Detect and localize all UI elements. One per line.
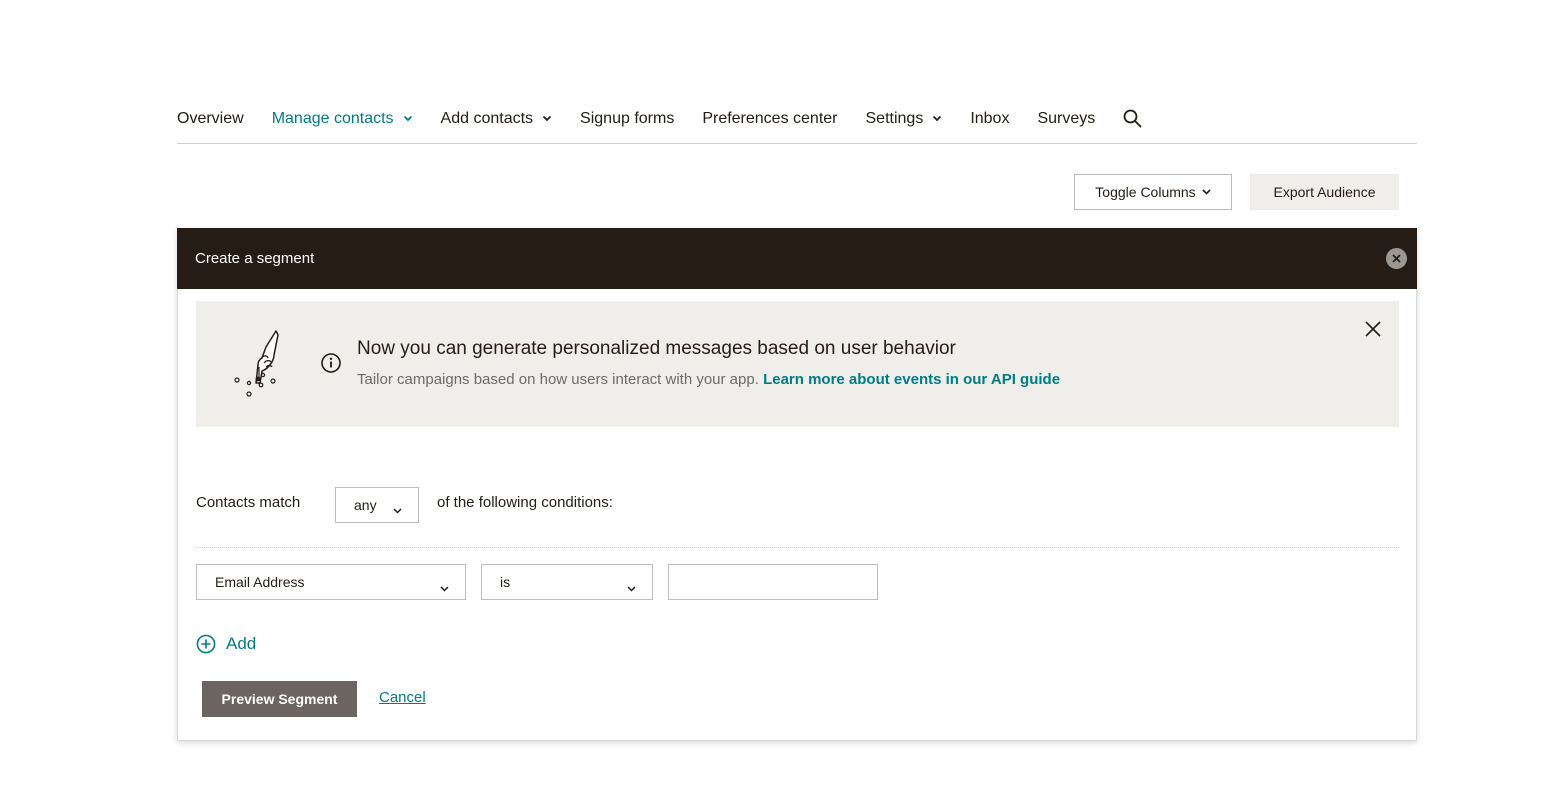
banner-text: Tailor campaigns based on how users inte… [357,371,1060,388]
condition-field-select[interactable]: Email Address [196,564,466,600]
chevron-down-icon [403,115,413,122]
nav-item-label: Preferences center [702,109,838,127]
condition-operator-value: is [500,574,511,590]
nav-item-surveys[interactable]: Surveys [1037,110,1095,128]
nav-item-label: Signup forms [580,109,675,127]
conditions-label: of the following conditions: [437,494,613,511]
chevron-down-icon [542,115,552,122]
nav-item-signup-forms[interactable]: Signup forms [580,110,674,128]
banner-description: Tailor campaigns based on how users inte… [357,371,759,388]
chevron-down-icon [627,579,636,595]
nav-item-label: Settings [865,109,924,127]
match-type-value: any [354,497,377,513]
close-panel-button[interactable] [1386,248,1407,269]
banner-title: Now you can generate personalized messag… [357,338,956,359]
nav-item-add-contacts[interactable]: Add contacts [441,110,553,128]
toggle-columns-label: Toggle Columns [1095,184,1196,200]
close-icon [1392,254,1401,263]
condition-field-value: Email Address [215,574,305,590]
add-condition-label: Add [226,634,257,653]
api-guide-link[interactable]: Learn more about events in our API guide [763,371,1060,388]
nav-item-manage-contacts[interactable]: Manage contacts [272,110,413,128]
add-condition-button[interactable]: Add [196,634,256,654]
export-audience-label: Export Audience [1273,184,1376,200]
panel-header: Create a segment [177,228,1417,289]
chevron-down-icon [1202,189,1211,195]
nav-item-inbox[interactable]: Inbox [970,110,1009,128]
panel-title: Create a segment [195,250,315,267]
nav-item-label: Manage contacts [271,109,394,127]
nav-item-preferences-center[interactable]: Preferences center [702,110,837,128]
nav-item-settings[interactable]: Settings [866,110,943,128]
preview-segment-label: Preview Segment [221,691,338,707]
close-banner-button[interactable] [1365,321,1381,342]
hand-seeds-illustration-icon [230,325,286,406]
condition-operator-select[interactable]: is [481,564,653,600]
cancel-link[interactable]: Cancel [379,689,426,706]
export-audience-button[interactable]: Export Audience [1250,174,1399,210]
top-nav: Overview Manage contacts Add contacts Si… [177,98,1417,144]
info-icon [320,352,342,379]
chevron-down-icon [393,501,402,517]
nav-item-label: Add contacts [440,109,534,127]
condition-value-input[interactable] [668,564,878,600]
preview-segment-button[interactable]: Preview Segment [202,681,357,717]
nav-item-overview[interactable]: Overview [177,110,244,128]
match-type-select[interactable]: any [335,487,419,523]
nav-item-label: Overview [177,109,244,127]
create-segment-panel: Create a segment Now you can generate pe… [177,228,1417,741]
toggle-columns-button[interactable]: Toggle Columns [1074,174,1232,210]
chevron-down-icon [932,115,942,122]
plus-circle-icon [196,634,216,654]
info-banner: Now you can generate personalized messag… [196,301,1399,427]
search-icon[interactable] [1123,109,1142,128]
nav-item-label: Surveys [1037,109,1096,127]
nav-item-label: Inbox [970,109,1010,127]
divider [196,547,1399,548]
close-icon [1365,321,1381,337]
contacts-match-label: Contacts match [196,494,301,511]
chevron-down-icon [440,579,449,595]
